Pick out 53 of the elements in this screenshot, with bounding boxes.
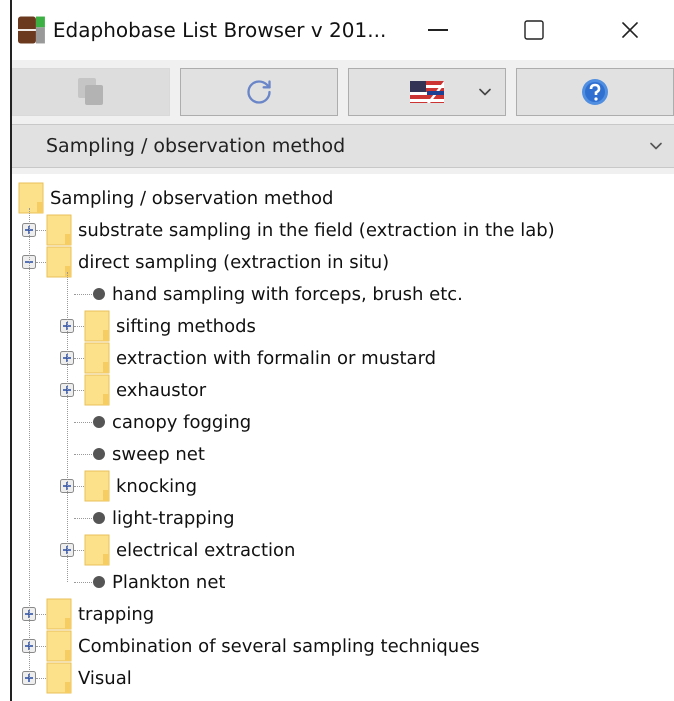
bullet-icon <box>92 287 106 301</box>
expand-toggle[interactable] <box>22 223 36 237</box>
tree-item-label[interactable]: Visual <box>78 668 132 688</box>
folder-icon <box>84 342 110 374</box>
bullet-icon <box>92 415 106 429</box>
tree-item-label[interactable]: Plankton net <box>112 572 226 592</box>
tree-item-label[interactable]: sweep net <box>112 444 205 464</box>
flag-icon <box>410 81 444 103</box>
help-icon <box>581 78 609 106</box>
tree-item-label[interactable]: Sampling / observation method <box>50 188 334 208</box>
tree-item-label[interactable]: trapping <box>78 604 154 624</box>
tree-item-label[interactable]: substrate sampling in the field (extraction in the lab) <box>78 220 555 240</box>
folder-icon <box>46 214 72 246</box>
maximize-icon <box>522 18 546 42</box>
folder-icon <box>84 374 110 406</box>
bullet-icon <box>92 575 106 589</box>
collapse-toggle[interactable] <box>22 255 36 269</box>
expand-toggle[interactable] <box>22 639 36 653</box>
tree-item-label[interactable]: extraction with formalin or mustard <box>116 348 436 368</box>
folder-icon <box>46 246 72 278</box>
toolbar-button[interactable] <box>516 68 674 116</box>
tree-item-label[interactable]: direct sampling (extraction in situ) <box>78 252 390 272</box>
copy-icon <box>76 76 106 108</box>
tree-item-label[interactable]: hand sampling with forceps, brush etc. <box>112 284 463 304</box>
list-select[interactable]: Sampling / observation method <box>12 124 674 168</box>
folder-icon <box>84 470 110 502</box>
tree-item-label[interactable]: exhaustor <box>116 380 206 400</box>
expand-toggle[interactable] <box>60 543 74 557</box>
bullet-icon <box>92 447 106 461</box>
app-logo-icon <box>18 15 45 45</box>
window-title: Edaphobase List Browser v 201... <box>52 18 386 42</box>
refresh-icon <box>245 78 273 106</box>
tree-item-label[interactable]: Combination of several sampling techniques <box>78 636 480 656</box>
expand-toggle[interactable] <box>22 607 36 621</box>
bullet-icon <box>92 511 106 525</box>
folder-icon <box>46 598 72 630</box>
folder-icon <box>18 182 44 214</box>
expand-toggle[interactable] <box>60 351 74 365</box>
tree-item-label[interactable]: light-trapping <box>112 508 235 528</box>
folder-icon <box>46 630 72 662</box>
tree-item-label[interactable]: canopy fogging <box>112 412 252 432</box>
folder-icon <box>84 534 110 566</box>
minimize-icon <box>428 29 448 31</box>
tree-item-label[interactable]: knocking <box>116 476 197 496</box>
expand-toggle[interactable] <box>60 479 74 493</box>
expand-toggle[interactable] <box>60 319 74 333</box>
tree-item-label[interactable]: sifting methods <box>116 316 256 336</box>
expand-toggle[interactable] <box>22 671 36 685</box>
tree-item-label[interactable]: electrical extraction <box>116 540 296 560</box>
expand-toggle[interactable] <box>60 383 74 397</box>
language-dropdown[interactable] <box>348 68 506 116</box>
folder-icon <box>84 310 110 342</box>
folder-icon <box>46 662 72 694</box>
